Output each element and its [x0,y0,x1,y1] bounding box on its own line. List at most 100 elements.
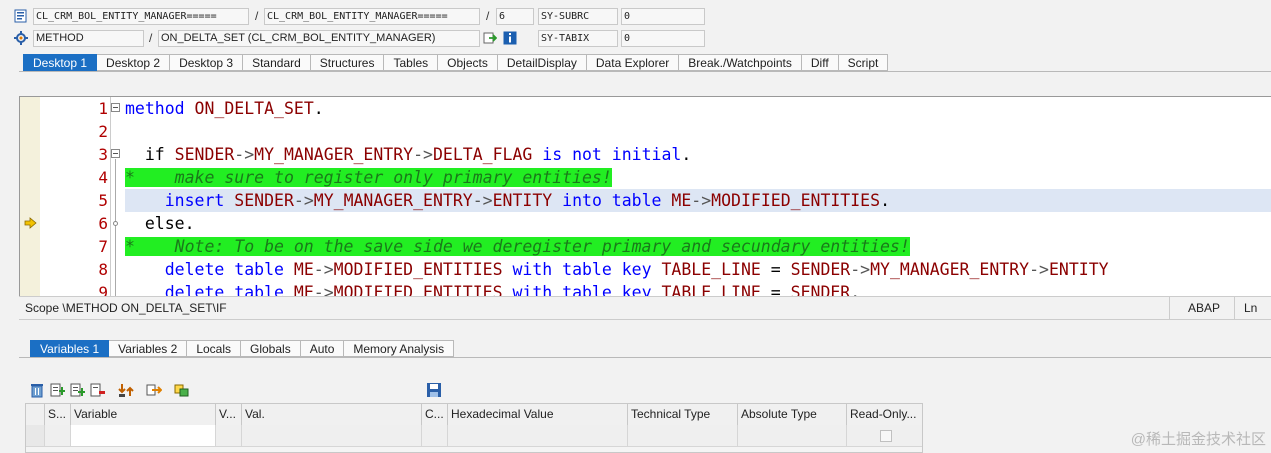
line-number: 7 [98,237,108,256]
code-token: DELTA_FLAG [432,145,533,164]
tab-desktop-3[interactable]: Desktop 3 [170,54,244,71]
program-icon [14,9,27,23]
append-row-icon[interactable] [70,382,86,398]
line-number: 8 [98,260,108,279]
code-token: ENTITY [1048,260,1109,279]
code-token: . [850,283,861,296]
fold-toggle-icon[interactable] [111,149,120,158]
code-token: delete table [125,283,294,296]
code-token: into table [552,191,672,210]
navigate-source-icon[interactable] [483,31,497,45]
sy-tabix-value[interactable]: 0 [621,30,705,47]
scope-text: Scope \METHOD ON_DELTA_SET\IF [25,301,227,315]
code-comment: * Note: To be on the save side we deregi… [125,237,910,256]
code-token: -> [293,191,314,210]
code-token: delete table [125,260,294,279]
line-number: 4 [98,168,108,187]
tab-locals[interactable]: Locals [187,340,241,357]
tab-desktop-2[interactable]: Desktop 2 [97,54,171,71]
tree-view-icon[interactable] [174,382,190,398]
line-number-column: 1 2 3 4 5 6 7 8 9 [40,97,111,296]
tab-desktop-1[interactable]: Desktop 1 [23,54,98,71]
row-selector[interactable] [26,425,45,447]
code-token: SENDER [174,145,235,164]
tab-variables-1[interactable]: Variables 1 [30,340,110,357]
code-token: method [125,99,195,118]
code-token: TABLE_LINE [661,260,761,279]
program-field[interactable]: CL_CRM_BOL_ENTITY_MANAGER===== [33,8,249,25]
sort-icon[interactable] [118,382,134,398]
tab-standard[interactable]: Standard [243,54,311,71]
tab-detaildisplay[interactable]: DetailDisplay [497,54,587,71]
grid-cell [45,425,71,447]
code-token: . [681,145,692,164]
code-line: delete table ME->MODIFIED_ENTITIES with … [125,281,860,296]
grid-cell [422,425,448,447]
fold-guide [115,159,116,296]
variables-tab-strip: Variables 1 Variables 2 Locals Globals Auto M… [30,340,455,357]
code-token: ME [293,283,314,296]
column-header-hex-value[interactable]: Hexadecimal Value [448,404,628,425]
column-header-value[interactable]: Val. [242,404,422,425]
code-token: ON_DELTA_SET [194,99,314,118]
transfer-icon[interactable] [146,382,162,398]
tab-tables[interactable]: Tables [384,54,439,71]
include-field[interactable]: CL_CRM_BOL_ENTITY_MANAGER===== [264,8,480,25]
sy-subrc-value[interactable]: 0 [621,8,705,25]
code-token: SENDER [790,283,851,296]
code-token: if [125,145,175,164]
variable-input-cell[interactable] [71,425,216,447]
column-header-absolute-type[interactable]: Absolute Type [738,404,847,425]
code-comment: * make sure to register only primary ent… [125,168,612,187]
delete-icon[interactable] [29,382,45,398]
code-token: MODIFIED_ENTITIES [333,283,503,296]
code-token: MODIFIED_ENTITIES [333,260,503,279]
grid-row-selector-header[interactable] [26,404,45,425]
code-token: MY_MANAGER_ENTRY [254,145,414,164]
read-only-checkbox[interactable] [880,430,892,442]
separator: / [486,9,490,23]
tab-auto[interactable]: Auto [300,340,345,357]
code-token: -> [850,260,871,279]
method-gear-icon [14,31,28,45]
code-token: -> [1029,260,1049,279]
code-token: . [313,99,324,118]
column-header-v[interactable]: V... [216,404,242,425]
code-token: -> [472,191,493,210]
save-icon[interactable] [426,382,442,398]
tab-memory-analysis[interactable]: Memory Analysis [344,340,455,357]
tab-break-watchpoints[interactable]: Break./Watchpoints [679,54,802,71]
column-header-technical-type[interactable]: Technical Type [628,404,738,425]
tab-globals[interactable]: Globals [241,340,301,357]
grid-cell [216,425,242,447]
info-icon[interactable] [503,31,517,45]
code-area[interactable]: method ON_DELTA_SET. if SENDER->MY_MANAG… [125,97,1271,296]
tab-diff[interactable]: Diff [801,54,839,71]
absolute-type-cell [738,425,847,447]
column-header-read-only[interactable]: Read-Only... [847,404,922,425]
code-token: else. [125,214,195,233]
tab-structures[interactable]: Structures [310,54,385,71]
tab-script[interactable]: Script [838,54,889,71]
code-token: -> [691,191,712,210]
column-header-s[interactable]: S... [45,404,71,425]
delete-row-icon[interactable] [90,382,106,398]
insert-row-icon[interactable] [50,382,66,398]
tab-data-explorer[interactable]: Data Explorer [586,54,680,71]
code-token: = [760,283,791,296]
tab-variables-2[interactable]: Variables 2 [109,340,188,357]
grid-header: S... Variable V... Val. C... Hexadecimal… [26,404,922,426]
code-token: ME [293,260,314,279]
hex-value-cell [448,425,628,447]
code-token: . [880,191,890,210]
tab-objects[interactable]: Objects [438,54,498,71]
fold-toggle-icon[interactable] [111,103,120,112]
code-token: SENDER [790,260,851,279]
line-number-field[interactable]: 6 [496,8,534,25]
source-code-editor[interactable]: 1 2 3 4 5 6 7 8 9 method ON_DELTA_SET. if SENDER… [19,96,1271,296]
line-number: 2 [98,122,108,141]
variables-grid[interactable]: S... Variable V... Val. C... Hexadecimal… [25,403,923,453]
breakpoint-gutter[interactable] [20,97,41,296]
column-header-variable[interactable]: Variable [71,404,216,425]
column-header-c[interactable]: C... [422,404,448,425]
